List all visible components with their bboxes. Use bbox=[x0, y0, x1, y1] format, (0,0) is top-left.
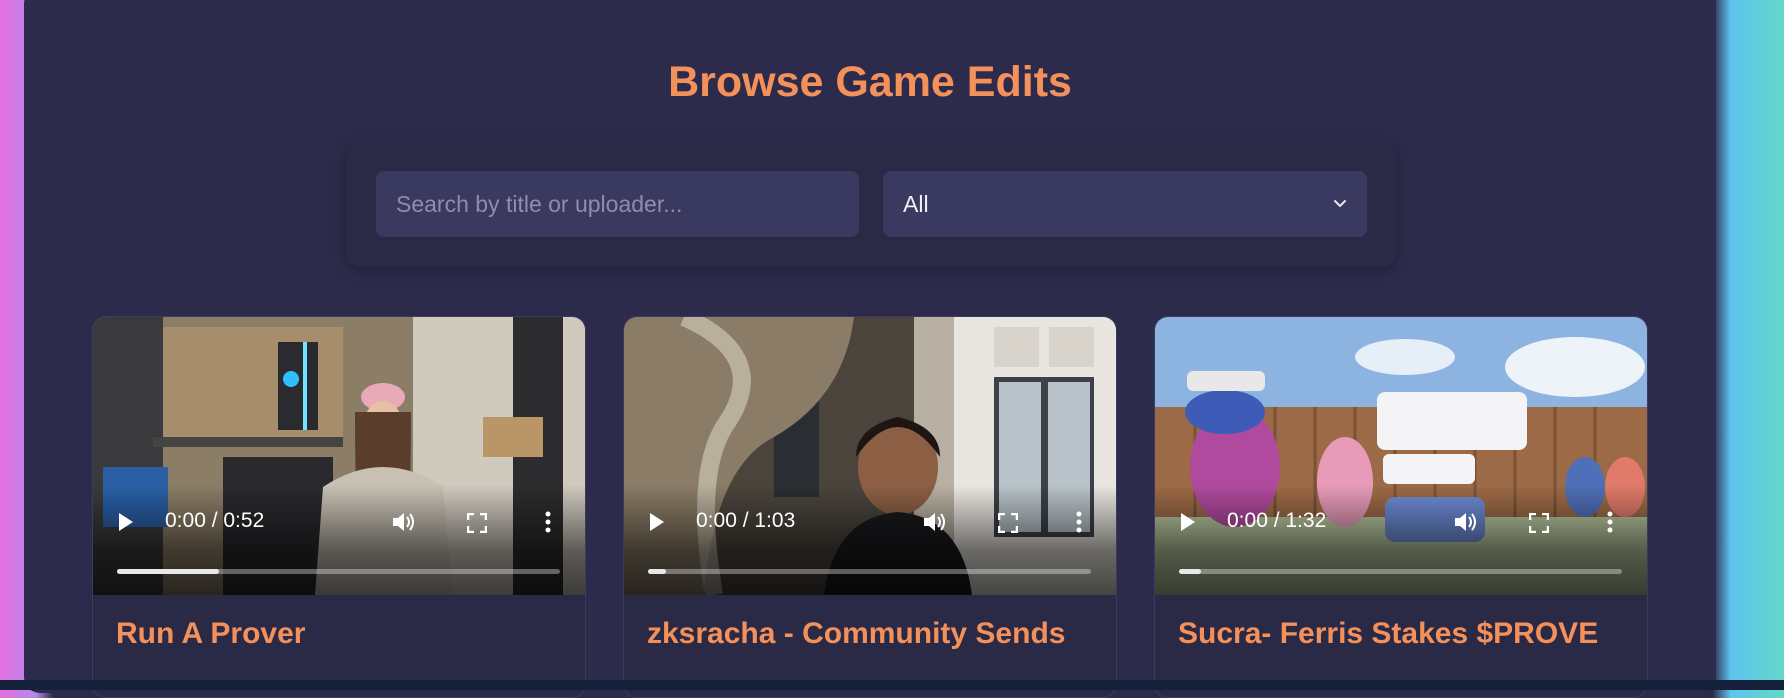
video-time: 0:00 / 0:52 bbox=[165, 509, 265, 532]
video-controls-overlay bbox=[624, 485, 1116, 595]
play-icon[interactable] bbox=[648, 511, 666, 533]
fullscreen-icon[interactable] bbox=[998, 513, 1018, 533]
video-controls-overlay bbox=[93, 485, 585, 595]
video-player[interactable]: 0:00 / 0:52 bbox=[93, 317, 585, 595]
more-options-icon[interactable] bbox=[545, 511, 551, 533]
video-title[interactable]: Sucra- Ferris Stakes $PROVE bbox=[1178, 617, 1598, 651]
video-card[interactable]: 0:00 / 0:52 Run A Prover bbox=[92, 316, 586, 698]
more-options-icon[interactable] bbox=[1076, 511, 1082, 533]
search-input[interactable] bbox=[376, 171, 859, 237]
play-icon[interactable] bbox=[117, 511, 135, 533]
fullscreen-icon[interactable] bbox=[1529, 513, 1549, 533]
video-time: 0:00 / 1:32 bbox=[1227, 509, 1327, 532]
chevron-down-icon bbox=[1334, 200, 1346, 207]
fullscreen-icon[interactable] bbox=[467, 513, 487, 533]
main-panel: Browse Game Edits All bbox=[24, 0, 1716, 698]
volume-icon[interactable] bbox=[391, 510, 417, 534]
video-card[interactable]: 0:00 / 1:32 Sucra- Ferris Stakes $PROVE bbox=[1154, 316, 1648, 698]
video-progress-fill bbox=[1179, 569, 1202, 574]
play-icon[interactable] bbox=[1179, 511, 1197, 533]
video-card[interactable]: 0:00 / 1:03 zksracha - Community Sends bbox=[623, 316, 1117, 698]
video-title[interactable]: Run A Prover bbox=[116, 617, 305, 651]
video-controls-overlay bbox=[1155, 485, 1647, 595]
video-progress-fill bbox=[648, 569, 666, 574]
page-title: Browse Game Edits bbox=[668, 58, 1072, 106]
video-player[interactable]: 0:00 / 1:32 bbox=[1155, 317, 1647, 595]
taskbar bbox=[0, 680, 1784, 690]
video-progress-fill bbox=[117, 569, 219, 574]
more-options-icon[interactable] bbox=[1607, 511, 1613, 533]
video-progress-bar[interactable] bbox=[648, 569, 1091, 574]
volume-icon[interactable] bbox=[1453, 510, 1479, 534]
video-title[interactable]: zksracha - Community Sends bbox=[647, 617, 1065, 651]
category-select[interactable]: All bbox=[883, 171, 1367, 237]
filter-bar: All bbox=[346, 141, 1396, 267]
category-select-value: All bbox=[903, 190, 929, 217]
video-time: 0:00 / 1:03 bbox=[696, 509, 796, 532]
video-progress-bar[interactable] bbox=[1179, 569, 1622, 574]
volume-icon[interactable] bbox=[922, 510, 948, 534]
video-player[interactable]: 0:00 / 1:03 bbox=[624, 317, 1116, 595]
video-progress-bar[interactable] bbox=[117, 569, 560, 574]
